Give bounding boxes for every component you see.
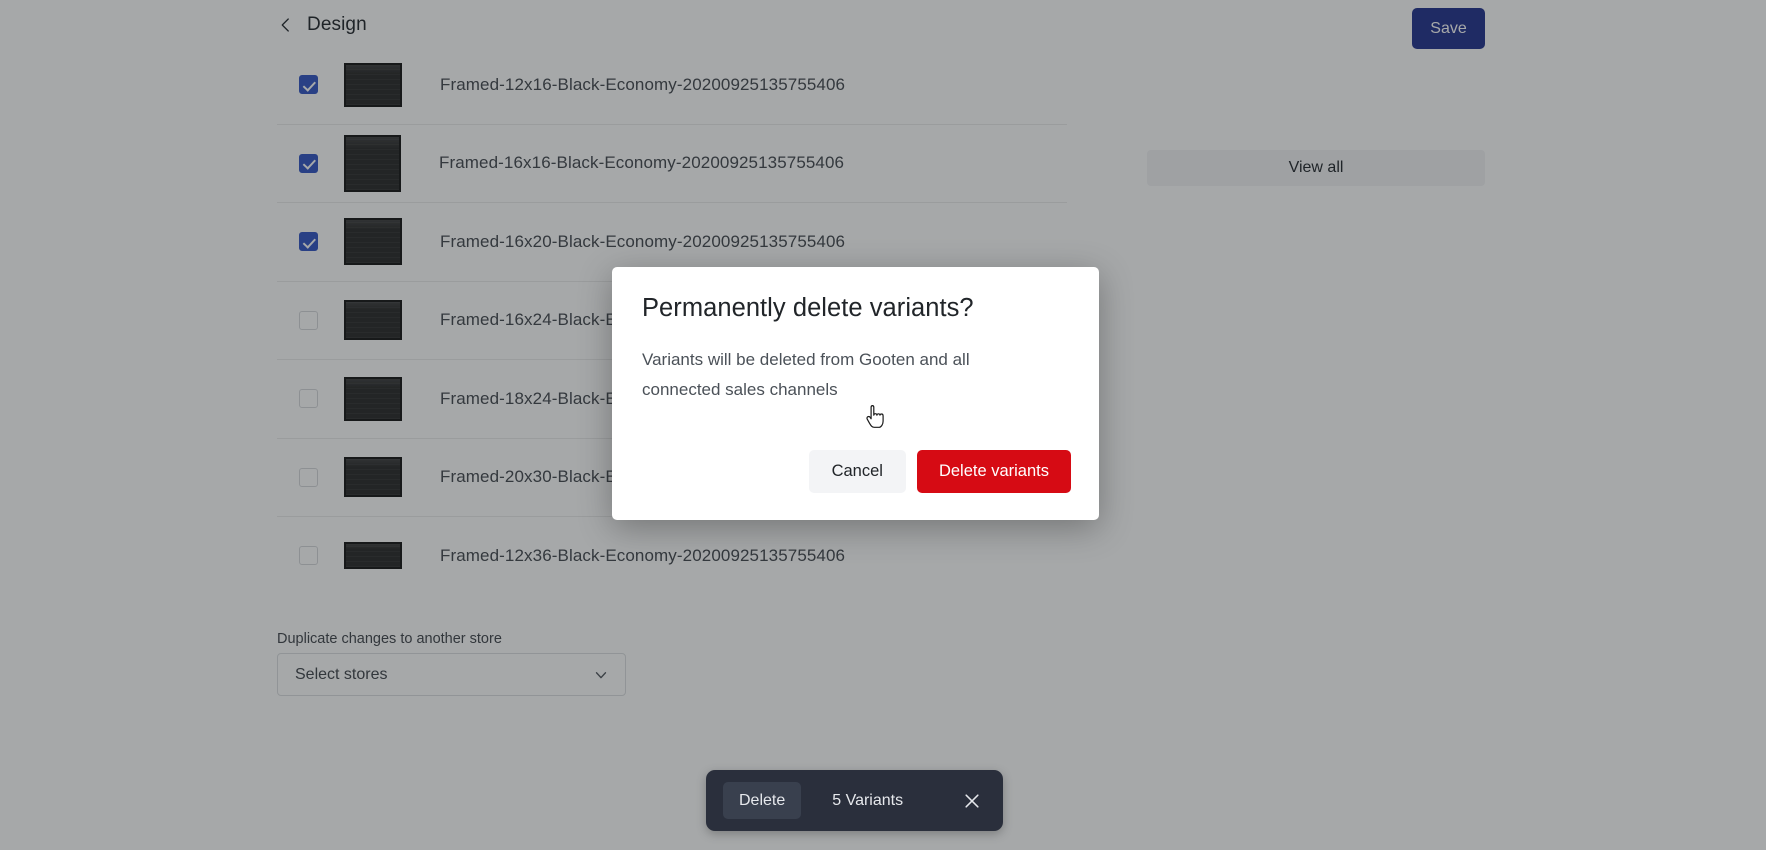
bulk-action-bar: Delete 5 Variants [706,770,1003,831]
bulk-delete-button[interactable]: Delete [723,782,802,819]
delete-variants-button[interactable]: Delete variants [916,450,1071,493]
dialog-message: Variants will be deleted from Gooten and… [642,350,970,399]
selected-count-label: 5 Variants [832,791,904,809]
dialog-actions: Cancel Delete variants [808,450,1071,493]
close-icon[interactable] [962,791,982,811]
dialog-title: Permanently delete variants? [642,294,974,322]
cancel-button[interactable]: Cancel [808,450,906,493]
delete-variants-dialog: Permanently delete variants? Variants wi… [612,267,1099,520]
app-root: Design Save Framed-12x16-Black-Economy-2… [0,0,1766,850]
